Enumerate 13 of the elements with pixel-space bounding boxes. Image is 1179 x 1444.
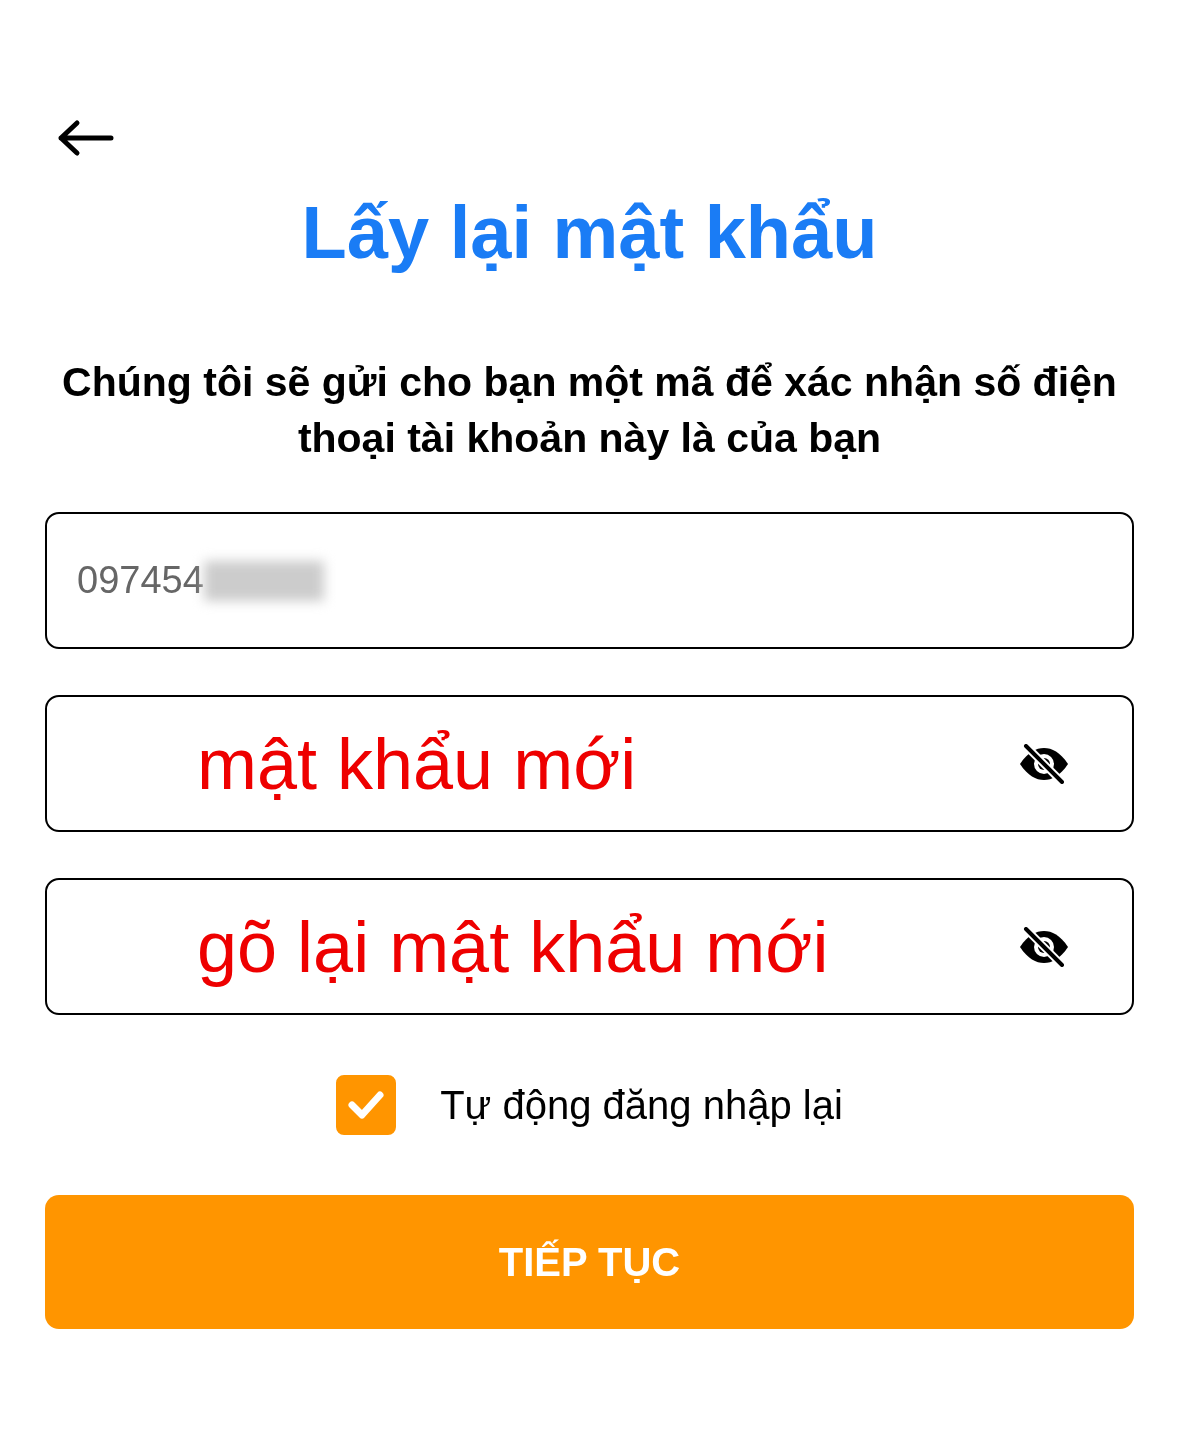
password-field[interactable]: mật khẩu mới: [45, 695, 1134, 832]
page-title: Lấy lại mật khẩu: [300, 190, 879, 276]
password-field[interactable]: gõ lại mật khẩu mới: [45, 878, 1134, 1015]
checkmark-icon: [346, 1089, 387, 1121]
eye-slash-icon[interactable]: [1018, 743, 1070, 784]
password-value: mật khẩu mới: [197, 722, 638, 805]
auto-login-checkbox[interactable]: [336, 1075, 397, 1135]
auto-login-label: Tự động đăng nhập lại: [440, 1082, 843, 1128]
phone-field[interactable]: 097454: [45, 512, 1134, 649]
phone-value: 097454: [77, 559, 204, 602]
eye-slash-icon[interactable]: [1018, 926, 1070, 967]
password-value: gõ lại mật khẩu mới: [197, 905, 830, 988]
instruction-text: Chúng tôi sẽ gửi cho bạn một mã để xác nhận số điện thoại tài khoản này là của bạn: [61, 358, 1118, 463]
